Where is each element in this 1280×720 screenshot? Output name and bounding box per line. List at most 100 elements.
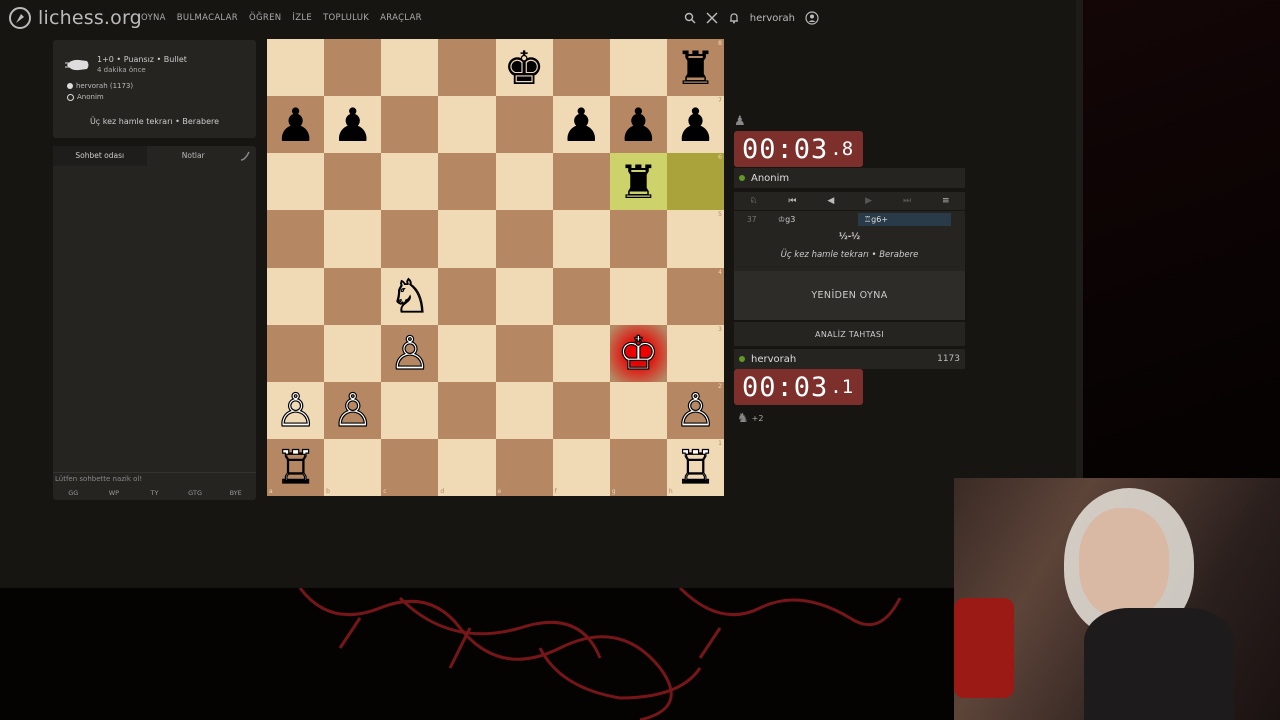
- square-c5[interactable]: [381, 210, 439, 268]
- square-a8[interactable]: [267, 39, 325, 97]
- chat-toggle-icon[interactable]: [240, 151, 250, 161]
- logo-text[interactable]: lichess.org: [38, 7, 142, 29]
- square-d1[interactable]: d: [438, 438, 496, 496]
- square-h7[interactable]: ♟ 7: [666, 96, 724, 154]
- square-g3[interactable]: ♔: [609, 324, 667, 382]
- square-g4[interactable]: [609, 267, 667, 325]
- black-player-name[interactable]: Anonim: [77, 93, 104, 101]
- piece-b7[interactable]: ♟: [332, 102, 373, 148]
- user-menu[interactable]: hervorah: [750, 13, 795, 24]
- square-c7[interactable]: [381, 96, 439, 154]
- bell-icon[interactable]: [728, 12, 740, 24]
- quick-bye[interactable]: BYE: [215, 487, 256, 499]
- square-d5[interactable]: [438, 210, 496, 268]
- analysis-board-button[interactable]: ANALİZ TAHTASI: [734, 322, 965, 346]
- site-logo[interactable]: lichess.org: [8, 6, 142, 30]
- menu-icon[interactable]: ≡: [942, 196, 950, 206]
- square-a5[interactable]: [267, 210, 325, 268]
- square-g8[interactable]: [609, 39, 667, 97]
- self-name[interactable]: hervorah: [751, 354, 796, 365]
- square-h4[interactable]: 4: [666, 267, 724, 325]
- square-f1[interactable]: f: [552, 438, 610, 496]
- square-f4[interactable]: [552, 267, 610, 325]
- piece-a1[interactable]: ♖: [274, 444, 316, 491]
- piece-h2[interactable]: ♙: [674, 387, 716, 434]
- square-g7[interactable]: ♟: [609, 96, 667, 154]
- piece-g3[interactable]: ♔: [617, 330, 659, 377]
- next-move-icon[interactable]: ▶: [865, 196, 872, 206]
- piece-e8[interactable]: ♚: [503, 45, 544, 91]
- piece-c3[interactable]: ♙: [389, 330, 431, 377]
- square-a1[interactable]: ♖ a: [267, 438, 325, 496]
- first-move-icon[interactable]: ⏮: [788, 196, 796, 206]
- square-e7[interactable]: [495, 96, 553, 154]
- square-b8[interactable]: [324, 39, 382, 97]
- piece-h1[interactable]: ♖: [674, 444, 716, 491]
- square-f5[interactable]: [552, 210, 610, 268]
- square-c6[interactable]: [381, 153, 439, 211]
- chess-board[interactable]: ♚ ♜ 8 ♟ ♟ ♟ ♟ ♟ 7 ♜ 6 5 ♘ 4 ♙ ♔ 3 ♙ ♙ ♙ 2 ♖ a b c d e f g ♖ 1 h: [267, 39, 724, 496]
- piece-a7[interactable]: ♟: [275, 102, 316, 148]
- opponent-name[interactable]: Anonim: [751, 173, 789, 184]
- square-h8[interactable]: ♜ 8: [666, 39, 724, 97]
- piece-h7[interactable]: ♟: [675, 102, 716, 148]
- white-move[interactable]: ♔g3: [772, 215, 858, 224]
- square-e3[interactable]: [495, 324, 553, 382]
- square-h5[interactable]: 5: [666, 210, 724, 268]
- square-a7[interactable]: ♟: [267, 96, 325, 154]
- square-d4[interactable]: [438, 267, 496, 325]
- piece-g7[interactable]: ♟: [618, 102, 659, 148]
- square-e6[interactable]: [495, 153, 553, 211]
- square-c3[interactable]: ♙: [381, 324, 439, 382]
- square-c8[interactable]: [381, 39, 439, 97]
- square-e1[interactable]: e: [495, 438, 553, 496]
- square-e2[interactable]: [495, 381, 553, 439]
- rematch-button[interactable]: YENİDEN OYNA: [734, 271, 965, 320]
- square-b6[interactable]: [324, 153, 382, 211]
- square-a2[interactable]: ♙: [267, 381, 325, 439]
- challenge-icon[interactable]: [706, 12, 718, 24]
- quick-gtg[interactable]: GTG: [175, 487, 216, 499]
- nav-tools[interactable]: ARAÇLAR: [380, 13, 422, 23]
- square-b1[interactable]: b: [324, 438, 382, 496]
- square-g1[interactable]: g: [609, 438, 667, 496]
- tab-chat-room[interactable]: Sohbet odası: [53, 146, 147, 166]
- square-e4[interactable]: [495, 267, 553, 325]
- square-d2[interactable]: [438, 381, 496, 439]
- chat-input[interactable]: Lütfen sohbette nazik ol!: [53, 472, 256, 485]
- square-a3[interactable]: [267, 324, 325, 382]
- square-d6[interactable]: [438, 153, 496, 211]
- piece-g6[interactable]: ♜: [618, 159, 659, 205]
- square-a4[interactable]: [267, 267, 325, 325]
- square-e8[interactable]: ♚: [495, 39, 553, 97]
- square-c4[interactable]: ♘: [381, 267, 439, 325]
- quick-ty[interactable]: TY: [134, 487, 175, 499]
- square-f8[interactable]: [552, 39, 610, 97]
- search-icon[interactable]: [684, 12, 696, 24]
- square-f3[interactable]: [552, 324, 610, 382]
- white-player-info[interactable]: hervorah (1173): [67, 82, 133, 90]
- piece-c4[interactable]: ♘: [389, 272, 431, 319]
- square-d7[interactable]: [438, 96, 496, 154]
- black-move[interactable]: ♖g6+: [858, 212, 951, 226]
- square-d3[interactable]: [438, 324, 496, 382]
- nav-community[interactable]: TOPLULUK: [323, 13, 369, 23]
- nav-learn[interactable]: ÖĞREN: [249, 13, 281, 23]
- piece-b2[interactable]: ♙: [331, 387, 373, 434]
- tab-notes[interactable]: Notlar: [147, 146, 241, 166]
- square-h3[interactable]: 3: [666, 324, 724, 382]
- square-f6[interactable]: [552, 153, 610, 211]
- square-h1[interactable]: ♖ 1 h: [666, 438, 724, 496]
- flip-board-icon[interactable]: ♘: [749, 196, 757, 206]
- square-f2[interactable]: [552, 381, 610, 439]
- square-g5[interactable]: [609, 210, 667, 268]
- square-c2[interactable]: [381, 381, 439, 439]
- quick-gg[interactable]: GG: [53, 487, 94, 499]
- white-player-name[interactable]: hervorah (1173): [76, 82, 133, 90]
- square-b7[interactable]: ♟: [324, 96, 382, 154]
- square-h2[interactable]: ♙ 2: [666, 381, 724, 439]
- square-a6[interactable]: [267, 153, 325, 211]
- nav-watch[interactable]: İZLE: [292, 13, 312, 23]
- square-g6[interactable]: ♜: [609, 153, 667, 211]
- square-h6[interactable]: 6: [666, 153, 724, 211]
